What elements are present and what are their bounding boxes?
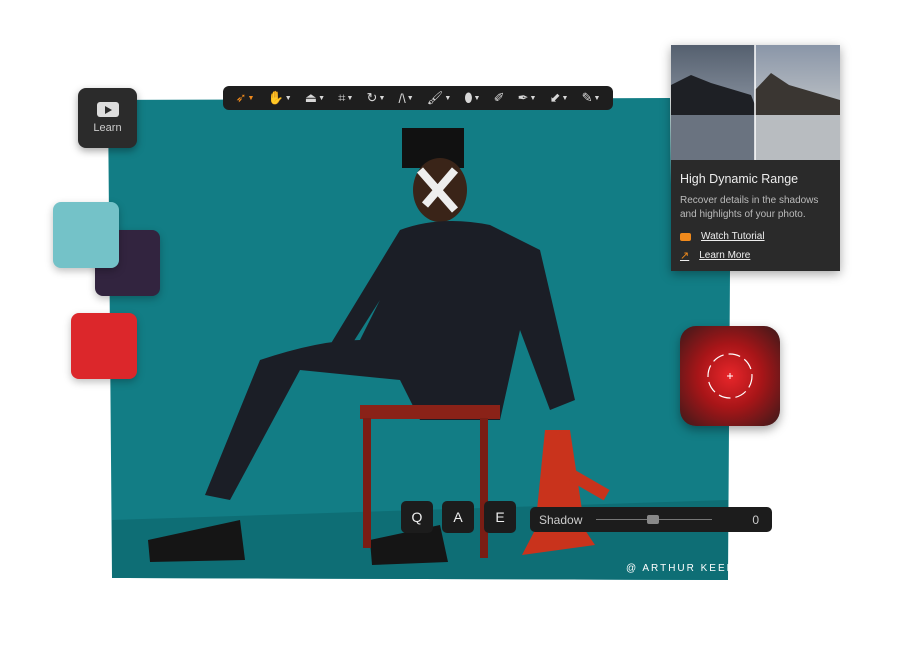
dropper-icon: ⬋ xyxy=(549,90,561,105)
shortcut-key-q[interactable]: Q xyxy=(401,501,433,533)
shortcut-key-e[interactable]: E xyxy=(484,501,516,533)
play-icon xyxy=(680,232,691,241)
pen-icon: ✎ xyxy=(581,90,593,105)
dropper-tool[interactable]: ⬋ ▼ xyxy=(550,90,569,106)
crosshair-icon xyxy=(707,353,753,399)
clone-stamp-icon: ✒ xyxy=(517,90,529,105)
hand-tool[interactable]: ✋ ▼ xyxy=(268,90,292,106)
external-link-icon: ↗ xyxy=(680,250,690,262)
watch-tutorial-link[interactable]: Watch Tutorial xyxy=(680,231,765,242)
pencil-erase-tool[interactable]: ✐ xyxy=(494,90,505,106)
youtube-play-icon xyxy=(96,102,119,117)
card-title: High Dynamic Range xyxy=(680,172,799,186)
rotate-tool[interactable]: ↻ ▼ xyxy=(367,90,386,106)
shadow-value: 0 xyxy=(752,513,759,527)
shadow-slider-panel: Shadow 0 xyxy=(530,507,772,532)
tool-toolbar: ➶ ▼ ✋ ▼ ⏏ ▼ ⌗ ▼ ↻ ▼ /\ ▼ 🖌 ▼ ⬮ ▼ ✐ ✒ ▼ ⬋ ▼ ✎ ▼ xyxy=(223,86,613,110)
learn-more-label: Learn More xyxy=(699,250,751,261)
hdr-before-after-image xyxy=(671,45,840,160)
eraser-block-icon: ⏏ xyxy=(304,90,318,105)
learn-more-link[interactable]: ↗ Learn More xyxy=(680,249,750,262)
target-button[interactable] xyxy=(680,326,780,426)
brush-icon: 🖌 xyxy=(426,90,444,105)
learn-button[interactable]: Learn xyxy=(78,88,137,148)
perspective-icon: /\ xyxy=(398,90,406,106)
select-arrow-tool[interactable]: ➶ ▼ xyxy=(236,90,255,106)
photo-credit: @ ARTHUR KEEF xyxy=(626,563,735,574)
eraser-block-tool[interactable]: ⏏ ▼ xyxy=(305,90,325,106)
card-description: Recover details in the shadows and highl… xyxy=(680,195,819,220)
swatch-light-teal[interactable] xyxy=(53,202,119,268)
clone-stamp-tool[interactable]: ✒ ▼ xyxy=(518,90,537,106)
bandage-icon: ⬮ xyxy=(464,90,473,105)
watch-tutorial-label: Watch Tutorial xyxy=(701,231,765,242)
bandage-tool[interactable]: ⬮ ▼ xyxy=(464,90,480,106)
pencil-erase-icon: ✐ xyxy=(493,90,505,105)
crop-tool[interactable]: ⌗ ▼ xyxy=(338,90,353,106)
tutorial-card: High Dynamic Range Recover details in th… xyxy=(671,45,840,271)
hand-icon: ✋ xyxy=(267,90,284,105)
rotate-icon: ↻ xyxy=(366,90,378,105)
shortcut-key-a[interactable]: A xyxy=(442,501,474,533)
shadow-label: Shadow xyxy=(539,513,583,527)
shadow-slider-handle[interactable] xyxy=(647,515,659,524)
crop-icon: ⌗ xyxy=(338,90,346,105)
learn-label: Learn xyxy=(93,122,122,134)
pen-tool[interactable]: ✎ ▼ xyxy=(582,90,601,106)
swatch-red[interactable] xyxy=(71,313,137,379)
brush-tool[interactable]: 🖌 ▼ xyxy=(427,90,451,106)
select-arrow-icon: ➶ xyxy=(235,90,247,105)
perspective-tool[interactable]: /\ ▼ xyxy=(399,91,414,106)
